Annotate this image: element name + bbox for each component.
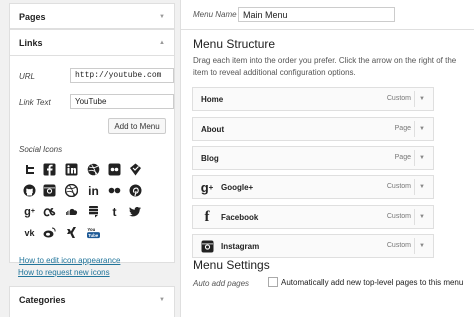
pinterest-icon[interactable]: [128, 183, 143, 198]
chevron-down-icon[interactable]: ▼: [419, 96, 425, 102]
menu-item-title: Blog: [201, 154, 219, 163]
menu-structure-title: Menu Structure: [193, 37, 276, 51]
divider: [414, 150, 415, 166]
google-plus-icon[interactable]: g +: [22, 204, 37, 219]
edit-icon-appearance-link[interactable]: How to edit icon appearance: [19, 256, 120, 265]
google-plus-icon: g +: [200, 179, 214, 195]
menu-item-title: About: [201, 125, 225, 134]
link-text-label: Link Text: [19, 98, 51, 107]
menu-item-home[interactable]: Home Custom ▼: [192, 87, 434, 111]
chevron-down-icon[interactable]: ▼: [419, 243, 425, 249]
auto-add-pages-label: Auto add pages: [193, 279, 250, 288]
menu-editor: Menu Name Main Menu Menu Structure Drag …: [180, 0, 474, 317]
link-text-input[interactable]: YouTube: [70, 94, 174, 109]
categories-panel-header[interactable]: Categories ▼: [10, 287, 174, 313]
header-divider: [181, 29, 474, 30]
chevron-down-icon[interactable]: ▼: [159, 14, 165, 20]
menu-name-input[interactable]: Main Menu: [238, 7, 395, 22]
divider: [414, 209, 415, 225]
categories-panel[interactable]: Categories ▼: [9, 286, 175, 317]
menu-item-type: Custom: [386, 95, 411, 102]
chevron-down-icon[interactable]: ▼: [419, 126, 425, 132]
facebook-icon: f: [204, 208, 210, 225]
menu-item-type: Page: [394, 125, 411, 132]
instagram-icon[interactable]: [42, 183, 57, 198]
linkedin-icon[interactable]: [64, 162, 79, 177]
xing-icon[interactable]: [64, 225, 79, 240]
links-panel: Links ▲ URL http://youtube.com Link Text…: [9, 29, 175, 265]
svg-text:Tube: Tube: [88, 233, 99, 238]
social-icons-title: Social Icons: [19, 145, 63, 154]
chevron-up-icon[interactable]: ▲: [159, 40, 165, 46]
menu-item-instagram[interactable]: Instagram Custom ▼: [192, 234, 434, 258]
categories-panel-title: Categories: [19, 295, 66, 305]
menu-item-type: Custom: [386, 213, 411, 220]
facebook-icon[interactable]: [42, 162, 57, 177]
menu-item-facebook[interactable]: f Facebook Custom ▼: [192, 205, 434, 229]
youtube-icon[interactable]: You Tube: [86, 225, 101, 240]
menu-item-title: Facebook: [221, 213, 259, 222]
chevron-down-icon[interactable]: ▼: [419, 155, 425, 161]
menu-item-blog[interactable]: Blog Page ▼: [192, 146, 434, 170]
soundcloud-icon[interactable]: [64, 204, 79, 219]
divider: [414, 121, 415, 137]
request-new-icons-link[interactable]: How to request new icons: [18, 268, 110, 277]
menu-item-type: Page: [394, 154, 411, 161]
links-panel-title: Links: [19, 38, 43, 48]
chevron-down-icon[interactable]: ▼: [419, 184, 425, 190]
pages-panel-header[interactable]: Pages ▼: [10, 4, 174, 30]
menu-item-type: Custom: [386, 183, 411, 190]
links-panel-header[interactable]: Links ▲: [10, 30, 174, 56]
auto-add-pages-text: Automatically add new top-level pages to…: [281, 278, 464, 287]
divider: [414, 179, 415, 195]
add-to-menu-button[interactable]: Add to Menu: [108, 118, 166, 134]
menu-items-column: Pages ▼ Links ▲ URL http://youtube.com L…: [0, 0, 176, 317]
auto-add-pages-checkbox[interactable]: [268, 277, 278, 287]
dribbble-icon[interactable]: [64, 183, 79, 198]
menu-item-google-plus[interactable]: g + Google+ Custom ▼: [192, 175, 434, 199]
twitter-icon[interactable]: [22, 162, 37, 177]
menu-item-title: Instagram: [221, 242, 260, 251]
menu-item-title: Google+: [221, 183, 254, 192]
linkedin-in-icon[interactable]: in: [86, 183, 101, 198]
divider: [414, 238, 415, 254]
menu-structure-description: Drag each item into the order you prefer…: [193, 56, 457, 77]
vk-icon[interactable]: vk: [22, 225, 37, 240]
flickr-icon[interactable]: [107, 162, 122, 177]
twitter-bird-icon[interactable]: [128, 204, 143, 219]
menu-item-type: Custom: [386, 242, 411, 249]
github-icon[interactable]: [22, 183, 37, 198]
lastfm-icon[interactable]: [42, 204, 57, 219]
stackexchange-icon[interactable]: [86, 204, 101, 219]
menu-item-about[interactable]: About Page ▼: [192, 117, 434, 141]
instagram-icon: [200, 239, 214, 253]
chevron-down-icon[interactable]: ▼: [159, 297, 165, 303]
weibo-icon[interactable]: [42, 225, 57, 240]
foursquare-icon[interactable]: [128, 162, 143, 177]
menu-item-title: Home: [201, 95, 224, 104]
chevron-down-icon[interactable]: ▼: [419, 214, 425, 220]
divider: [414, 91, 415, 107]
flickr-icon[interactable]: [107, 183, 122, 198]
tumblr-icon[interactable]: t: [107, 204, 122, 219]
menu-name-label: Menu Name: [193, 10, 237, 19]
url-input[interactable]: http://youtube.com: [70, 68, 174, 83]
menu-settings-title: Menu Settings: [193, 258, 270, 272]
dribbble-icon[interactable]: [86, 162, 101, 177]
svg-text:You: You: [87, 227, 95, 232]
url-label: URL: [19, 72, 36, 81]
pages-panel-title: Pages: [19, 12, 46, 22]
pages-panel[interactable]: Pages ▼: [9, 3, 175, 29]
